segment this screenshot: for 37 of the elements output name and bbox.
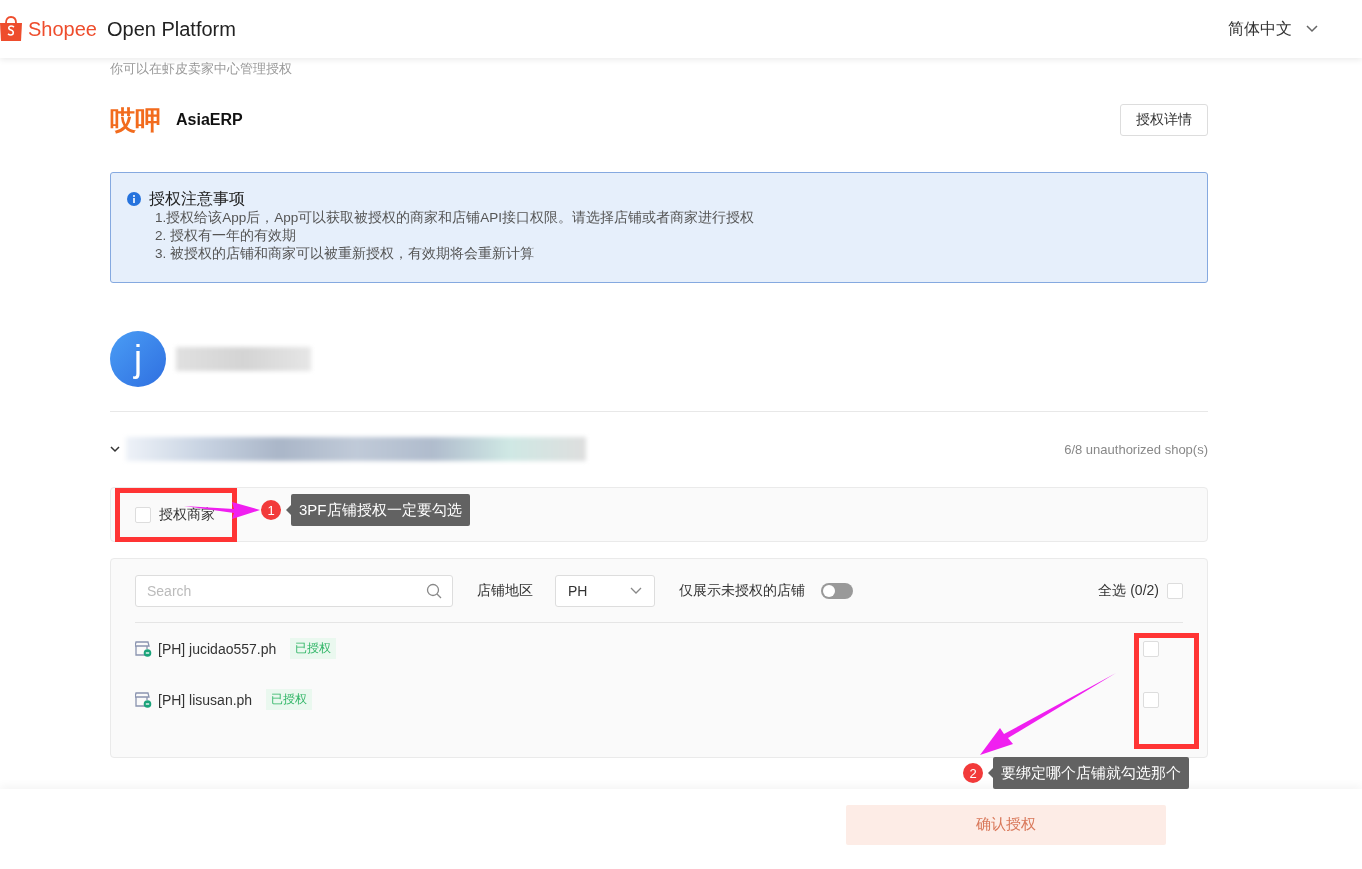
annotation-callout: 要绑定哪个店铺就勾选那个 [993,757,1189,789]
region-label: 店铺地区 [477,581,533,600]
shop-checkbox[interactable] [1143,691,1159,708]
notice-line: 2. 授权有一年的有效期 [154,227,297,245]
notice-line: 1.授权给该App后，App可以获取被授权的商家和店铺API接口权限。请选择店铺或者商家进行授权 [154,209,755,227]
merchant-checkbox[interactable] [135,506,151,523]
brand-name: Shopee [28,17,97,41]
avatar: j [110,331,166,387]
store-icon [135,640,152,657]
info-icon [127,192,141,206]
language-selector[interactable]: 简体中文 [1228,18,1318,40]
authorized-tag: 已授权 [290,638,337,659]
shop-name: [PH] jucidao557.ph [158,640,277,657]
product-name: Open Platform [106,17,236,41]
unauthorized-only-toggle[interactable] [821,582,853,599]
select-all-checkbox[interactable] [1167,582,1183,599]
unauthorized-only-label: 仅展示未授权的店铺 [679,581,805,600]
annotation-callout: 3PF店铺授权一定要勾选 [291,494,470,526]
notice-title: 授权注意事项 [149,189,246,209]
app-name: AsiaERP [176,111,244,129]
details-button[interactable]: 授权详情 [1120,104,1208,136]
subtitle-text: 你可以在虾皮卖家中心管理授权 [110,60,293,78]
authorized-tag: 已授权 [266,689,313,710]
select-all-label: 全选 (0/2) [1098,581,1159,600]
region-select[interactable]: PH [555,574,655,607]
chevron-down-icon [1306,25,1318,33]
chevron-down-icon [630,586,642,595]
unauthorized-count: 6/8 unauthorized shop(s) [1064,441,1208,457]
notice-line: 3. 被授权的店铺和商家可以被重新授权，有效期将会重新计算 [154,245,535,263]
shop-name: [PH] lisusan.ph [158,691,253,708]
step-number: 2 [963,763,983,783]
search-icon [426,582,442,599]
store-icon [135,691,152,708]
caret-icon[interactable] [110,444,120,454]
search-field[interactable]: Search [135,574,453,607]
app-logo: 哎呷 [110,103,160,137]
shop-checkbox[interactable] [1143,640,1159,657]
